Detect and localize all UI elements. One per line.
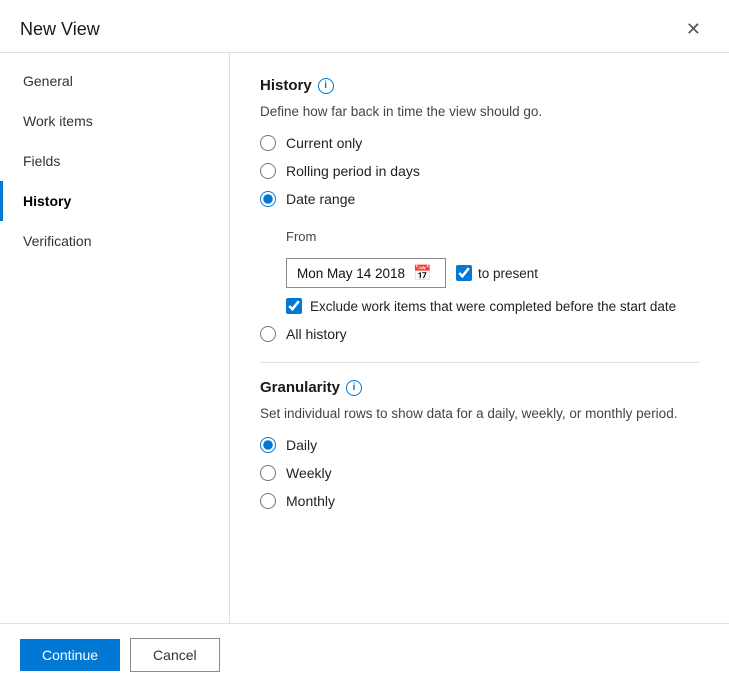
date-input-row: Mon May 14 2018 📅 to present bbox=[286, 258, 699, 288]
sidebar-item-verification[interactable]: Verification bbox=[0, 221, 229, 261]
history-option-all-history[interactable]: All history bbox=[260, 326, 699, 342]
sidebar-item-work-items[interactable]: Work items bbox=[0, 101, 229, 141]
dialog-footer: Continue Cancel bbox=[0, 623, 729, 686]
dialog-body: General Work items Fields History Verifi… bbox=[0, 53, 729, 623]
date-range-sub: From Mon May 14 2018 📅 to present bbox=[286, 229, 699, 314]
sidebar-item-history[interactable]: History bbox=[0, 181, 229, 221]
exclude-label: Exclude work items that were completed b… bbox=[310, 299, 676, 314]
radio-monthly[interactable] bbox=[260, 493, 276, 509]
to-present-checkbox[interactable] bbox=[456, 265, 472, 281]
radio-weekly[interactable] bbox=[260, 465, 276, 481]
date-input-box[interactable]: Mon May 14 2018 📅 bbox=[286, 258, 446, 288]
granularity-info-icon[interactable]: i bbox=[346, 380, 362, 396]
radio-current-only[interactable] bbox=[260, 135, 276, 151]
calendar-icon: 📅 bbox=[413, 264, 432, 282]
radio-all-history[interactable] bbox=[260, 326, 276, 342]
sidebar: General Work items Fields History Verifi… bbox=[0, 53, 230, 623]
granularity-radio-group: Daily Weekly Monthly bbox=[260, 437, 699, 509]
continue-button[interactable]: Continue bbox=[20, 639, 120, 671]
granularity-option-daily[interactable]: Daily bbox=[260, 437, 699, 453]
radio-daily[interactable] bbox=[260, 437, 276, 453]
history-option-rolling-period[interactable]: Rolling period in days bbox=[260, 163, 699, 179]
granularity-option-weekly[interactable]: Weekly bbox=[260, 465, 699, 481]
separator bbox=[260, 362, 699, 363]
history-info-icon[interactable]: i bbox=[318, 78, 334, 94]
dialog-header: New View ✕ bbox=[0, 0, 729, 53]
content-panel: History i Define how far back in time th… bbox=[230, 53, 729, 623]
history-description: Define how far back in time the view sho… bbox=[260, 104, 699, 119]
sidebar-item-general[interactable]: General bbox=[0, 61, 229, 101]
history-radio-group: Current only Rolling period in days Date… bbox=[260, 135, 699, 342]
radio-rolling-period[interactable] bbox=[260, 163, 276, 179]
dialog-title: New View bbox=[20, 19, 100, 40]
to-present-label: to present bbox=[478, 266, 538, 281]
dialog: New View ✕ General Work items Fields His… bbox=[0, 0, 729, 686]
to-present-row: to present bbox=[456, 265, 538, 281]
history-option-date-range[interactable]: Date range bbox=[260, 191, 699, 207]
cancel-button[interactable]: Cancel bbox=[130, 638, 220, 672]
close-button[interactable]: ✕ bbox=[678, 16, 709, 42]
granularity-section: Granularity i Set individual rows to sho… bbox=[260, 379, 699, 509]
from-label: From bbox=[286, 229, 699, 244]
history-option-current-only[interactable]: Current only bbox=[260, 135, 699, 151]
granularity-section-title: Granularity i bbox=[260, 379, 699, 396]
exclude-row: Exclude work items that were completed b… bbox=[286, 298, 699, 314]
history-section-title: History i bbox=[260, 77, 699, 94]
sidebar-item-fields[interactable]: Fields bbox=[0, 141, 229, 181]
granularity-description: Set individual rows to show data for a d… bbox=[260, 406, 699, 421]
granularity-option-monthly[interactable]: Monthly bbox=[260, 493, 699, 509]
date-value: Mon May 14 2018 bbox=[297, 266, 405, 281]
radio-date-range[interactable] bbox=[260, 191, 276, 207]
exclude-checkbox[interactable] bbox=[286, 298, 302, 314]
